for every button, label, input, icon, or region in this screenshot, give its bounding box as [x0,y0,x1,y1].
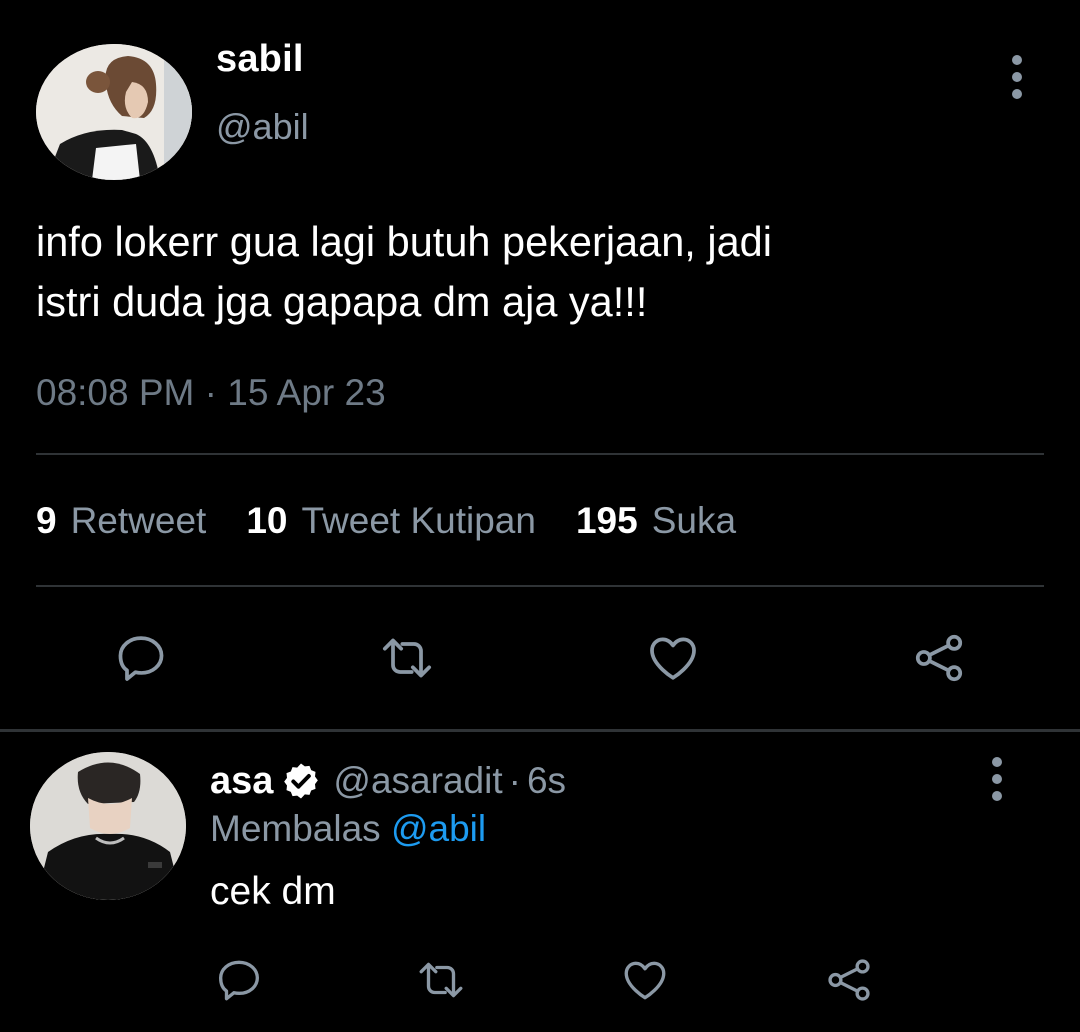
like-label[interactable]: Suka [652,500,736,542]
retweet-icon [382,638,432,678]
reply-icon [118,636,164,681]
reply-text: cek dm [210,870,336,913]
reply-author-name[interactable]: asa [210,760,273,803]
replying-to: Membalas @abil [210,808,486,850]
retweet-button[interactable] [372,623,442,693]
more-options-icon[interactable] [1002,55,1032,99]
reply-reply-button[interactable] [204,945,274,1015]
reply-retweet-button[interactable] [406,945,476,1015]
quote-count[interactable]: 10 [246,500,287,542]
author-name[interactable]: sabil [216,38,304,81]
reply-icon [219,960,259,1001]
retweet-count[interactable]: 9 [36,500,57,542]
reply-header: asa @asaradit · 6s [210,756,566,806]
like-button[interactable] [638,623,708,693]
quote-label[interactable]: Tweet Kutipan [301,500,535,542]
verified-badge-icon [284,763,319,799]
tweet-text: info lokerr gua lagi butuh pekerjaan, ja… [36,218,772,325]
section-divider [0,729,1080,732]
share-icon [915,634,963,682]
separator-dot: · [508,760,521,801]
reply-share-button[interactable] [814,945,884,1015]
author-handle[interactable]: @abil [216,106,309,148]
author-avatar[interactable] [36,44,192,180]
tweet-stats: 9 Retweet 10 Tweet Kutipan 195 Suka [36,500,776,548]
reply-author-handle[interactable]: @asaradit [333,760,502,802]
divider [36,453,1044,455]
reply-time: 6s [526,760,567,801]
share-icon [828,959,870,1001]
replying-mention[interactable]: @abil [391,808,486,849]
divider [36,585,1044,587]
reply-author-avatar[interactable] [30,752,186,900]
tweet-timestamp: 08:08 PM · 15 Apr 23 [36,372,386,413]
replying-prefix: Membalas [210,808,381,849]
share-button[interactable] [904,623,974,693]
reply-more-options-icon[interactable] [982,757,1012,801]
like-icon [624,961,666,1000]
like-icon [650,637,696,680]
retweet-label[interactable]: Retweet [71,500,207,542]
like-count[interactable]: 195 [576,500,638,542]
retweet-icon [419,962,463,998]
reply-like-button[interactable] [610,945,680,1015]
reply-button[interactable] [106,623,176,693]
